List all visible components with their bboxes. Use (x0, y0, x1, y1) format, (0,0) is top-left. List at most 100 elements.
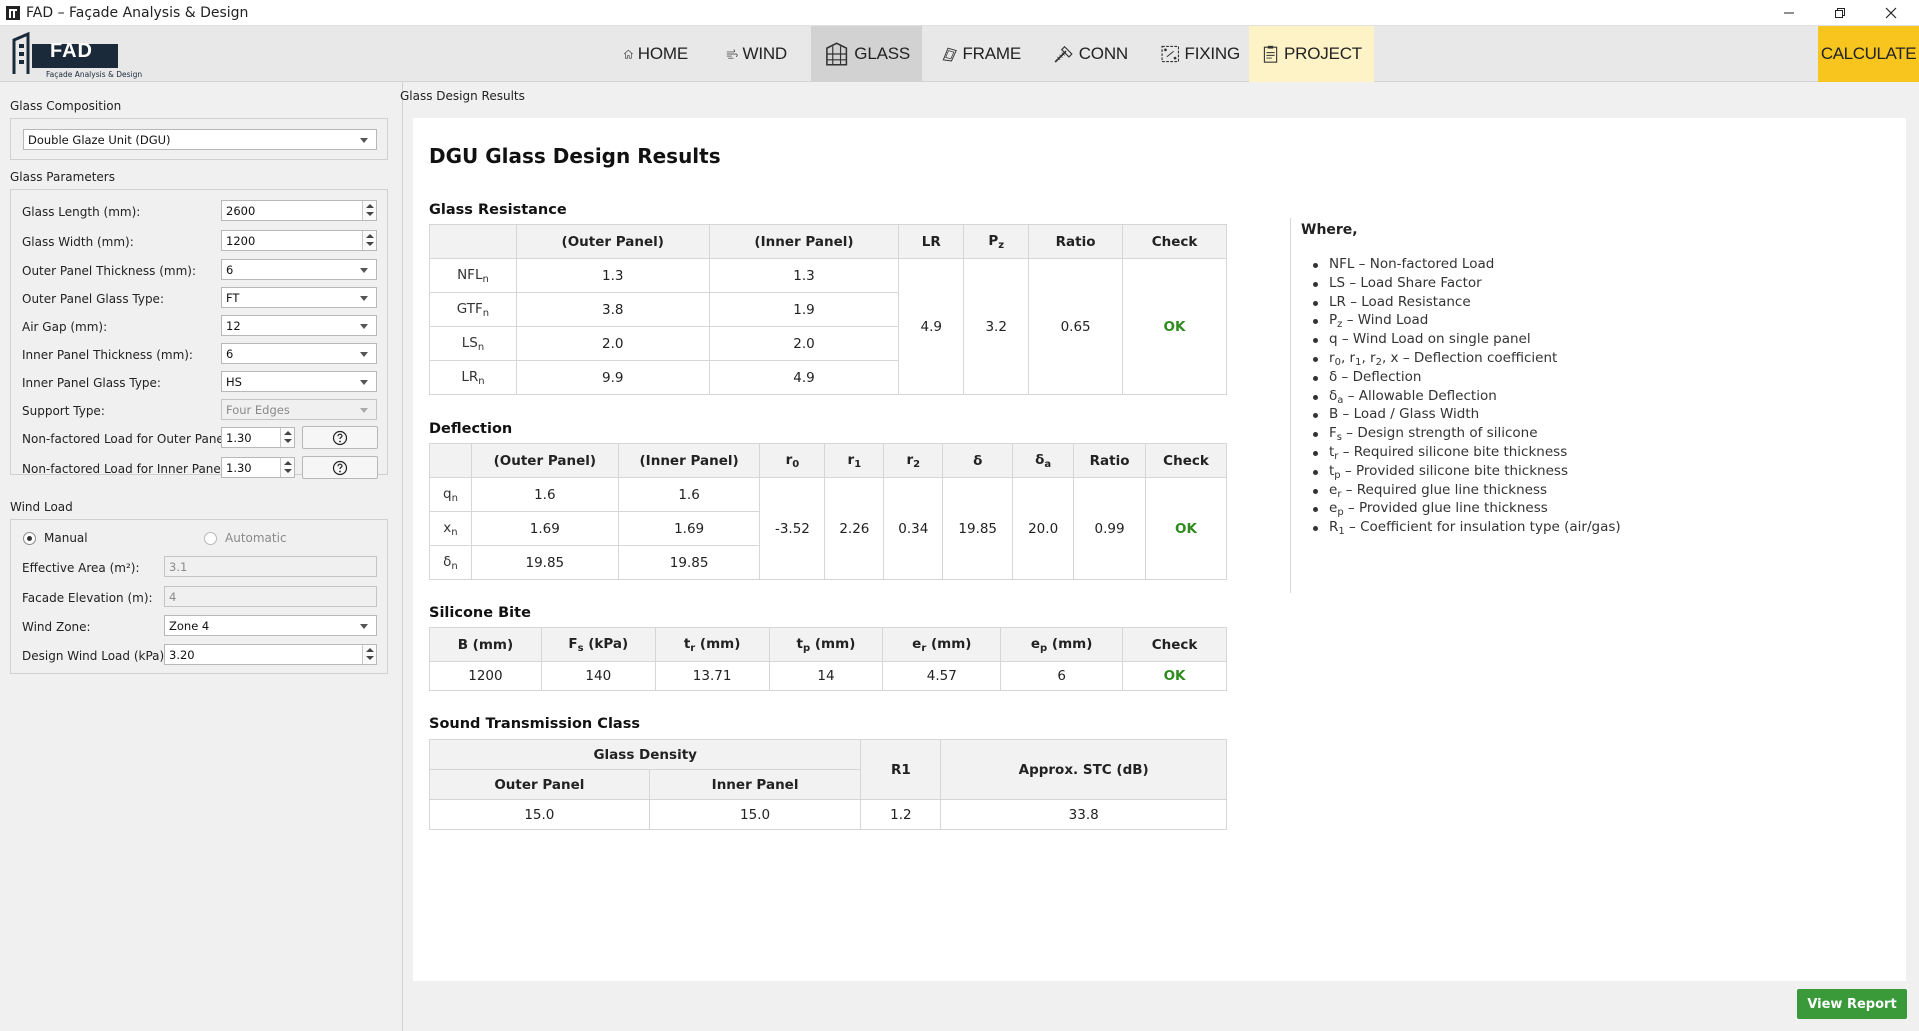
nav-wind[interactable]: WIND (714, 26, 799, 82)
legend-where: Where, NFL – Non-factored Load LS – Load … (1290, 218, 1690, 593)
glass-width-spinner[interactable] (362, 231, 376, 250)
silicone-header-unit: (mm) (1047, 635, 1093, 652)
inner-glass-type-value: HS (226, 375, 242, 389)
glass-length-input[interactable]: 2600 (221, 200, 377, 221)
nfl-inner-help-button[interactable] (302, 456, 378, 479)
stc-header-r1: R1 (860, 739, 942, 800)
home-icon (623, 49, 633, 59)
table-row: 15.0 15.0 1.2 33.8 (429, 799, 1227, 830)
glass-composition-title: Glass Composition (10, 99, 122, 113)
resistance-check-value: OK (1122, 258, 1227, 395)
inner-glass-type-label: Inner Panel Glass Type: (22, 376, 161, 390)
legend-item: LR – Load Resistance (1313, 294, 1690, 313)
automatic-radio[interactable]: Automatic (204, 531, 287, 545)
nav-frame[interactable]: FRAME (929, 26, 1033, 82)
outer-glass-type-select[interactable]: FT (221, 287, 377, 308)
nav-project[interactable]: PROJECT (1249, 26, 1374, 82)
legend-item: ep – Provided glue line thickness (1313, 500, 1690, 519)
row-label-main: LR (461, 368, 479, 385)
glass-composition-select[interactable]: Double Glaze Unit (DGU) (23, 129, 377, 150)
legend-item: q – Wind Load on single panel (1313, 331, 1690, 350)
nfl-outer-input[interactable]: 1.30 (221, 427, 295, 448)
silicone-header-main: B (mm) (457, 636, 514, 653)
view-report-button[interactable]: View Report (1797, 989, 1907, 1019)
calculate-button[interactable]: CALCULATE (1818, 26, 1919, 82)
wind-load-title: Wind Load (10, 500, 73, 514)
legend-item-text: F (1329, 425, 1337, 442)
silicone-value-cell: 140 (540, 661, 656, 691)
deflection-header-r0-sub: 0 (792, 458, 800, 470)
minimize-button[interactable] (1766, 0, 1812, 26)
legend-item-text: δ – Deflection (1329, 368, 1422, 385)
deflection-header-delta-a-sub: a (1044, 458, 1052, 470)
inner-glass-type-select[interactable]: HS (221, 371, 377, 392)
r2-value: 0.34 (883, 477, 944, 580)
nav-conn[interactable]: CONN (1041, 26, 1140, 82)
nfl-inner-spinner[interactable] (280, 458, 294, 477)
nfl-inner-input[interactable]: 1.30 (221, 457, 295, 478)
legend-item-text: NFL – Non-factored Load (1329, 256, 1495, 272)
effective-area-value: 3.1 (169, 560, 188, 574)
nav-project-label: PROJECT (1284, 44, 1362, 63)
legend-item-text: B – Load / Glass Width (1329, 406, 1480, 423)
outer-thickness-select[interactable]: 6 (221, 259, 377, 280)
wind-zone-select[interactable]: Zone 4 (164, 615, 377, 636)
legend-item: δa – Allowable Deflection (1313, 388, 1690, 407)
stc-table: Glass Density R1 Approx. STC (dB) Outer … (428, 739, 1227, 830)
silicone-check-value: OK (1122, 661, 1227, 691)
deflection-table: (Outer Panel) (Inner Panel) r0 r1 r2 δ δ… (429, 443, 1227, 580)
stc-header-density: Glass Density (428, 739, 862, 770)
silicone-header: Check (1122, 627, 1227, 662)
restore-button[interactable] (1817, 0, 1863, 26)
deflection-header-r2-sub: 2 (913, 458, 921, 470)
deflection-title: Deflection (429, 421, 513, 437)
silicone-header: tp (mm) (768, 627, 884, 662)
nav-home[interactable]: HOME (611, 26, 700, 82)
outer-glass-type-label: Outer Panel Glass Type: (22, 292, 164, 306)
stc-title: Sound Transmission Class (429, 716, 640, 732)
facade-elevation-label: Facade Elevation (m): (22, 591, 153, 605)
effective-area-input: 3.1 (164, 556, 377, 577)
silicone-value-cell: 4.57 (882, 661, 1002, 691)
design-wind-spinner[interactable] (362, 645, 376, 664)
resistance-header-pz: Pz (963, 224, 1030, 259)
inner-cell: 1.3 (708, 258, 900, 293)
nfl-outer-spinner[interactable] (280, 428, 294, 447)
air-gap-select[interactable]: 12 (221, 315, 377, 336)
deflection-header-delta-a-main: δ (1035, 451, 1045, 468)
manual-radio[interactable]: Manual (23, 531, 88, 545)
legend-item-text: P (1329, 312, 1338, 329)
glass-composition-group: Double Glaze Unit (DGU) (10, 118, 388, 160)
wind-icon (726, 49, 738, 59)
row-label: GTFn (429, 292, 517, 327)
legend-item: Pz – Wind Load (1313, 312, 1690, 331)
nfl-outer-value: 1.30 (226, 431, 252, 445)
legend-item: Fs – Design strength of silicone (1313, 425, 1690, 444)
glass-width-input[interactable]: 1200 (221, 230, 377, 251)
close-button[interactable] (1868, 0, 1914, 26)
row-label-sub: n (477, 341, 485, 353)
results-title: DGU Glass Design Results (429, 144, 721, 168)
design-wind-input[interactable]: 3.20 (164, 644, 377, 665)
legend-item: δ – Deflection (1313, 368, 1690, 388)
design-wind-label: Design Wind Load (kPa): (22, 649, 169, 663)
fixing-icon (1161, 45, 1180, 63)
title-bar: FAD – Façade Analysis & Design (0, 0, 1919, 26)
legend-item-text: – Design strength of silicone (1341, 425, 1538, 442)
glass-composition-value: Double Glaze Unit (DGU) (28, 133, 171, 147)
nav-glass[interactable]: GLASS (811, 26, 922, 82)
nfl-outer-help-button[interactable] (302, 426, 378, 449)
deflection-header-r2: r2 (883, 443, 944, 478)
inner-thickness-select[interactable]: 6 (221, 343, 377, 364)
logo-text: FAD (50, 40, 93, 62)
glass-length-spinner[interactable] (362, 201, 376, 220)
outer-thickness-label: Outer Panel Thickness (mm): (22, 264, 196, 278)
inner-cell: 2.0 (708, 326, 900, 361)
window-title: FAD – Façade Analysis & Design (26, 5, 249, 21)
close-icon (1885, 7, 1897, 19)
row-label-main: LS (461, 334, 478, 351)
table-row: 1200 140 13.71 14 4.57 6 OK (429, 661, 1227, 691)
support-type-value: Four Edges (226, 403, 290, 417)
nav-fixing[interactable]: FIXING (1148, 26, 1252, 82)
nav-home-label: HOME (637, 44, 688, 63)
